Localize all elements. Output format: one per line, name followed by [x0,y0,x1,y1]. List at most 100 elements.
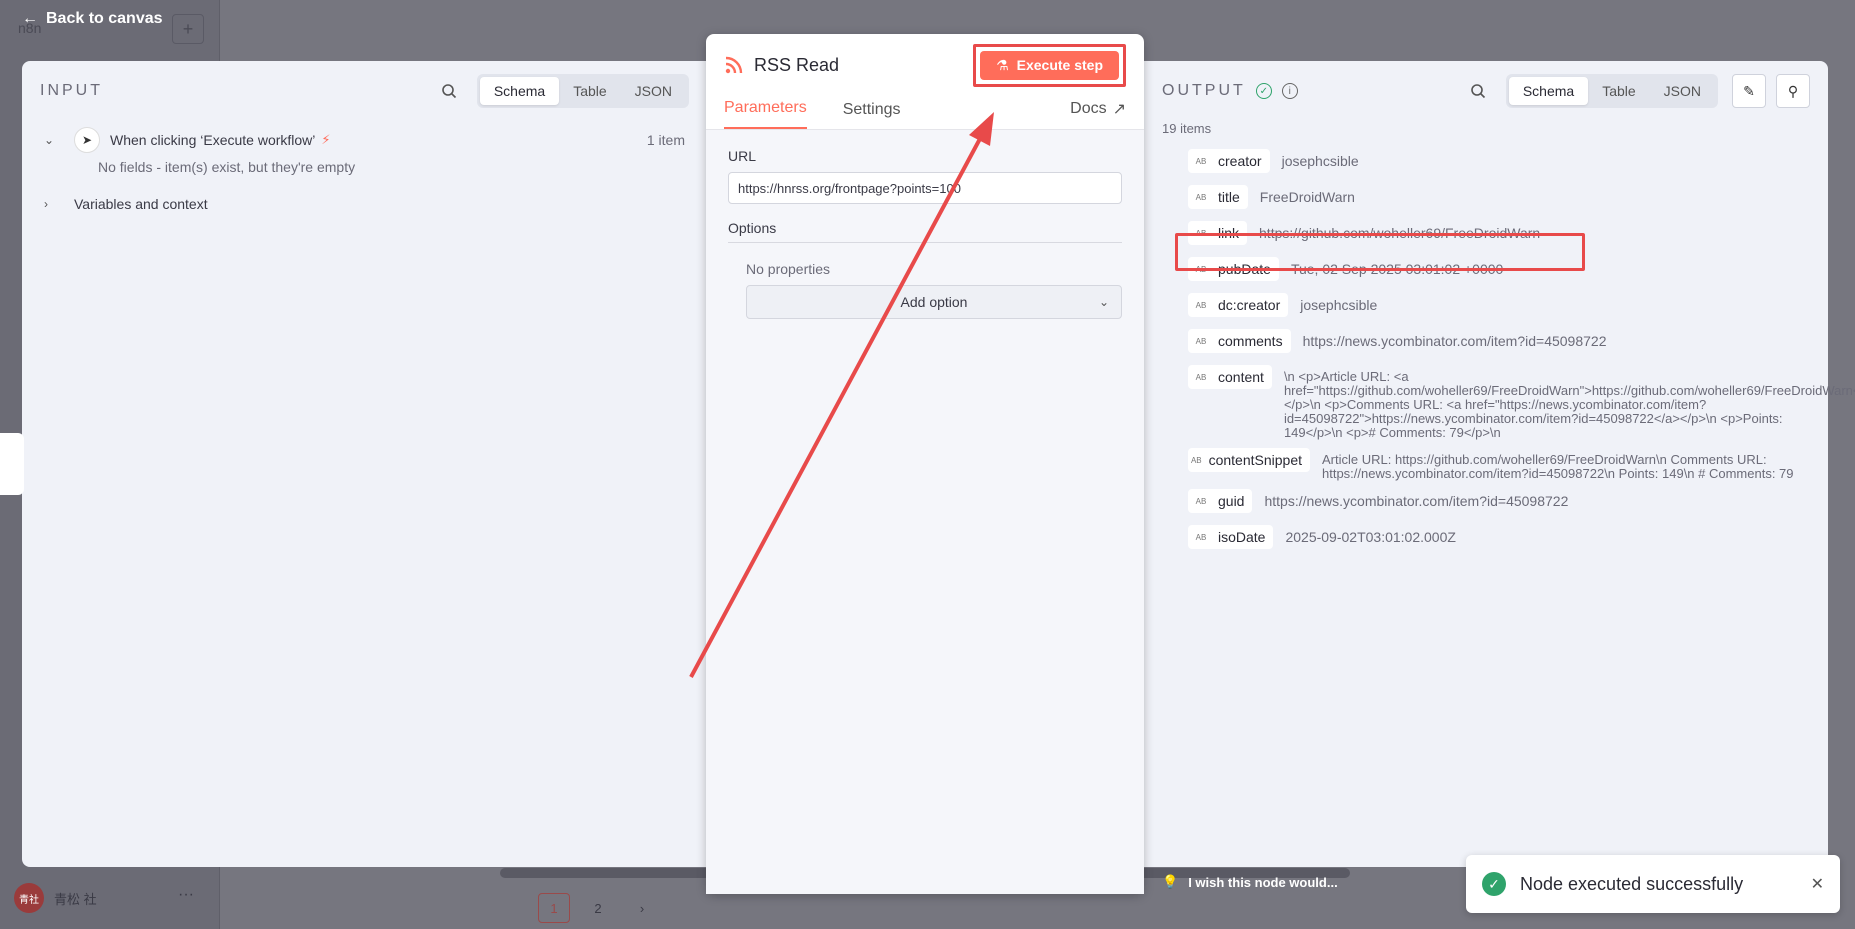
string-type-icon: AB [1188,329,1214,353]
field-value: FreeDroidWarn [1259,189,1355,205]
edit-output-button[interactable]: ✎ [1732,74,1766,108]
docs-label: Docs [1070,100,1107,117]
input-view-json[interactable]: JSON [621,77,686,105]
chevron-down-icon[interactable]: ⌄ [44,133,60,147]
output-schema-list: AB creator josephcsible AB title FreeDroidWar… [1142,145,1855,557]
output-field-isodate[interactable]: AB isoDate 2025-09-02T03:01:02.000Z [1188,521,1828,557]
user-name: 青松 社 [54,891,97,907]
field-value: Tue, 02 Sep 2025 03:01:02 +0000 [1290,261,1504,277]
next-page-icon: › [639,900,645,916]
output-search-icon[interactable] [1464,77,1492,105]
rss-icon [725,56,743,74]
options-label: Options [728,220,1122,243]
success-check-icon: ✓ [1255,83,1272,99]
toast-message: Node executed successfully [1520,873,1744,894]
output-panel: OUTPUT ✓ i Schema Table JSON ✎ ⚲ 19 item… [1142,61,1855,867]
back-to-canvas-button[interactable]: ← Back to canvas [22,10,163,28]
no-properties-text: No properties [746,261,831,277]
pencil-icon: ✎ [1743,82,1755,99]
pointer-icon: ➤ [74,127,100,153]
tab-settings[interactable]: Settings [843,101,901,129]
tab-parameters[interactable]: Parameters [724,99,807,129]
string-type-icon: AB [1188,185,1214,209]
string-type-icon: AB [1188,293,1214,317]
chevron-down-icon: ⌄ [1098,295,1109,309]
output-field-title[interactable]: AB title FreeDroidWarn [1188,181,1828,217]
field-value: https://github.com/woheller69/FreeDroidW… [1259,225,1541,241]
trigger-node-row[interactable]: ⌄ ➤ When clicking ‘Execute workflow’ ⚡ 1… [22,121,707,159]
output-field-creator[interactable]: AB creator josephcsible [1188,145,1828,181]
string-type-icon: AB [1188,221,1214,245]
url-label: URL [728,148,757,164]
arrow-left-icon: ← [22,10,38,27]
avatar: 青社 [14,883,44,913]
node-title: RSS Read [754,54,840,75]
field-key[interactable]: content [1214,365,1272,389]
url-input[interactable] [728,172,1122,204]
input-title: INPUT [40,82,103,99]
field-key[interactable]: pubDate [1214,257,1279,281]
output-view-json[interactable]: JSON [1650,77,1715,105]
page-2: 2 [594,900,602,916]
user-profile: 青社 青松 社 [14,883,97,913]
add-option-label: Add option [900,294,968,310]
lightbulb-icon: 💡 [1162,874,1179,889]
external-link-icon: ↗ [1112,101,1126,118]
execute-step-button[interactable]: ⚗ Execute step [980,50,1119,80]
field-value: Article URL: https://github.com/woheller… [1322,452,1794,481]
side-drawer-handle [0,433,24,495]
output-field-pubdate[interactable]: AB pubDate Tue, 02 Sep 2025 03:01:02 +0000 [1188,253,1828,289]
field-value: 2025-09-02T03:01:02.000Z [1285,529,1456,545]
back-to-canvas-label: Back to canvas [46,10,163,27]
execute-step-highlight: ⚗ Execute step [973,43,1126,87]
output-field-guid[interactable]: AB guid https://news.ycombinator.com/item?… [1188,485,1828,521]
input-view-table[interactable]: Table [559,77,620,105]
execute-step-label: Execute step [1016,57,1103,73]
field-key[interactable]: guid [1214,489,1253,513]
string-type-icon: AB [1188,489,1214,513]
field-key[interactable]: comments [1214,329,1291,353]
field-key[interactable]: creator [1214,149,1270,173]
bolt-icon: ⚡ [321,132,331,147]
add-option-dropdown[interactable]: Add option ⌄ [746,285,1122,319]
field-key[interactable]: link [1214,221,1248,245]
more-icon: ··· [178,886,194,903]
string-type-icon: AB [1188,149,1214,173]
string-type-icon: AB [1188,525,1214,549]
output-field-link[interactable]: AB link https://github.com/woheller69/Free… [1188,217,1828,253]
field-key[interactable]: dc:creator [1214,293,1289,317]
string-type-icon: AB [1188,448,1205,472]
field-value: josephcsible [1281,153,1359,169]
output-field-content[interactable]: AB content \n <p>Article URL: <a href="htt… [1188,361,1855,444]
success-toast: ✓ Node executed successfully ✕ [1466,855,1840,913]
info-icon[interactable]: i [1281,83,1298,99]
variables-label: Variables and context [74,196,208,212]
close-icon[interactable]: ✕ [1811,874,1824,894]
variables-context-row[interactable]: › Variables and context [22,185,707,223]
pin-output-button[interactable]: ⚲ [1776,74,1810,108]
field-key[interactable]: isoDate [1214,525,1274,549]
docs-link[interactable]: Docs ↗ [1070,99,1126,129]
output-items-count: 19 items [1162,121,1212,136]
input-view-schema[interactable]: Schema [479,77,560,105]
field-value: \n <p>Article URL: <a href="https://gith… [1283,369,1855,440]
wish-label: I wish this node would... [1188,874,1338,890]
chevron-right-icon[interactable]: › [44,197,60,211]
feedback-link[interactable]: 💡 I wish this node would... [1162,874,1338,890]
output-field-dc-creator[interactable]: AB dc:creator josephcsible [1188,289,1828,325]
field-value: josephcsible [1300,297,1378,313]
output-field-comments[interactable]: AB comments https://news.ycombinator.com/i… [1188,325,1828,361]
output-view-table[interactable]: Table [1588,77,1649,105]
input-item-count: 1 item [646,132,685,148]
string-type-icon: AB [1188,257,1214,281]
input-search-icon[interactable] [435,77,463,105]
node-settings-panel: RSS Read ⚗ Execute step Parameters Setti… [706,34,1144,894]
output-field-contentsnippet[interactable]: AB contentSnippet Article URL: https://git… [1188,444,1828,485]
string-type-icon: AB [1188,365,1214,389]
output-view-schema[interactable]: Schema [1508,77,1589,105]
pin-icon: ⚲ [1787,82,1799,99]
field-key[interactable]: title [1214,185,1248,209]
field-key[interactable]: contentSnippet [1204,448,1310,472]
trigger-name: When clicking ‘Execute workflow’ [110,132,316,148]
field-value: https://news.ycombinator.com/item?id=450… [1302,333,1607,349]
